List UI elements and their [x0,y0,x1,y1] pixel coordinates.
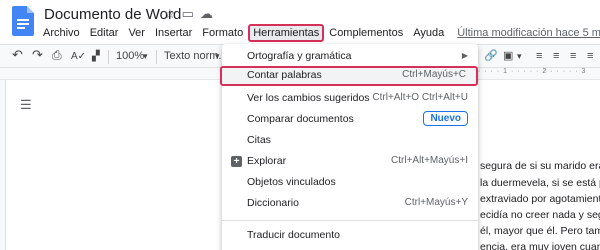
menu-item-review-suggested-edits[interactable]: Ver los cambios sugeridos Ctrl+Alt+O Ctr… [222,89,478,109]
submenu-arrow-icon: ▶ [461,51,468,60]
toolbar-divider [108,50,109,64]
style-chevron-down-icon[interactable]: ▾ [215,50,220,63]
image-chevron-down-icon[interactable]: ▾ [517,50,522,63]
menu-item-shortcut: Ctrl+Alt+Mayús+I [391,155,468,166]
menu-item-spelling-grammar[interactable]: Ortografía y gramática ▶ [222,47,478,67]
toolbar-divider [156,50,157,64]
last-modified-link[interactable]: Última modificación hace 5 minutos [457,27,600,39]
document-text-line: ecidía no creer nada y seguir [480,209,600,221]
menu-item-shortcut: Ctrl+Alt+O Ctrl+Alt+U [372,92,468,103]
print-icon[interactable]: ⎙ [52,49,62,62]
document-text-line: extraviado por agotamiento. [480,193,600,205]
menu-divider [222,220,478,221]
title-actions: ☆ ▭ ☁ [164,7,213,21]
document-outline-icon[interactable]: ☰ [20,97,32,113]
menu-item-label: Traducir documento [247,229,340,241]
menu-item-shortcut: Ctrl+Mayús+C [402,69,466,80]
menu-item-dictionary[interactable]: Diccionario Ctrl+Mayús+Y [222,194,478,214]
vertical-ruler[interactable] [0,80,6,250]
explore-icon: + [231,156,242,167]
menu-item-label: Ortografía y gramática [247,50,352,62]
menu-ayuda[interactable]: Ayuda [408,24,449,42]
zoom-chevron-down-icon[interactable]: ▾ [143,50,148,63]
document-text-line: encia, era muy joven cuando s [480,241,600,250]
menu-item-compare-documents[interactable]: Comparar documentos Nuevo [222,110,478,130]
star-icon[interactable]: ☆ [164,7,176,21]
menu-item-label: Objetos vinculados [247,176,336,188]
menu-item-label: Diccionario [247,197,299,209]
cloud-saved-icon[interactable]: ☁ [200,7,213,21]
menu-bar: Archivo Editar Ver Insertar Formato Herr… [38,24,600,42]
menu-item-label: Ver los cambios sugeridos [247,92,370,104]
new-badge: Nuevo [423,111,468,126]
align-right-icon[interactable]: ≡ [570,50,576,63]
menu-item-label: Explorar [247,155,287,167]
document-text-line: la duermevela, si se está pe [480,177,600,189]
align-left-icon[interactable]: ≡ [536,50,542,63]
document-title[interactable]: Documento de Word [44,6,181,23]
document-text-line: segura de si su marido era [480,160,600,172]
ruler-ticks: · · · · 1 · · · · · 2 · · · · · 3 [478,68,587,75]
menu-complementos[interactable]: Complementos [324,24,408,42]
menu-item-shortcut: Ctrl+Mayús+Y [404,197,468,208]
menu-item-explore[interactable]: + Explorar Ctrl+Alt+Mayús+I [222,152,478,172]
move-to-folder-icon[interactable]: ▭ [182,7,194,21]
menu-item-label: Citas [247,134,271,146]
undo-icon[interactable]: ↶ [12,48,23,61]
menu-item-linked-objects[interactable]: Objetos vinculados [222,173,478,193]
menu-formato[interactable]: Formato [197,24,248,42]
align-center-icon[interactable]: ≡ [553,50,559,63]
menu-editar[interactable]: Editar [85,24,124,42]
menu-item-label: Contar palabras [247,69,322,81]
document-text-line: él, mayor que él. Pero tam [480,225,600,237]
menu-herramientas[interactable]: Herramientas [248,24,325,42]
zoom-select[interactable]: 100% [116,50,144,63]
spellcheck-icon[interactable]: A✓ [71,50,86,63]
menu-insertar[interactable]: Insertar [150,24,197,42]
redo-icon[interactable]: ↷ [32,48,43,61]
menu-item-label: Comparar documentos [247,113,354,125]
justify-icon[interactable]: ≡ [587,50,593,63]
link-icon[interactable]: 🔗 [484,50,498,63]
menu-item-translate-document[interactable]: Traducir documento [222,226,478,246]
menu-item-citations[interactable]: Citas [222,131,478,151]
insert-image-icon[interactable]: ▣ [503,50,513,63]
google-docs-logo-icon[interactable] [12,6,34,36]
menu-ver[interactable]: Ver [123,24,150,42]
tools-dropdown-menu: Ortografía y gramática ▶ Contar palabras… [220,44,478,250]
menu-item-word-count[interactable]: Contar palabras Ctrl+Mayús+C [220,66,478,86]
paint-format-icon[interactable]: ▞ [92,50,100,63]
menu-archivo[interactable]: Archivo [38,24,85,42]
